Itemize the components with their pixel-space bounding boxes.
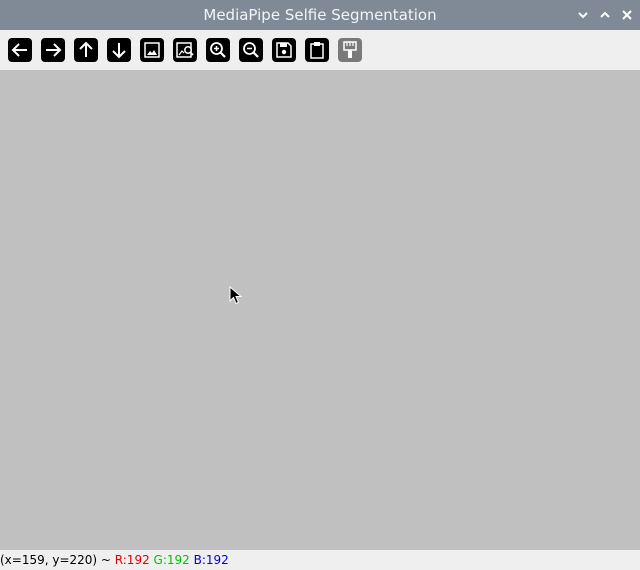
blue-value: B:192 — [193, 553, 229, 567]
save-button[interactable] — [272, 38, 296, 62]
green-value: G:192 — [153, 553, 190, 567]
zoom-fit-button[interactable] — [140, 38, 164, 62]
zoom-in-icon — [210, 42, 226, 58]
pan-down-button[interactable] — [107, 38, 131, 62]
properties-button[interactable] — [338, 38, 362, 62]
cursor-coordinates: (x=159, y=220) ~ — [0, 553, 115, 567]
save-icon — [276, 42, 292, 58]
arrow-right-icon — [46, 43, 62, 57]
chevron-down-icon — [578, 12, 588, 19]
zoom-out-icon — [243, 42, 259, 58]
pan-left-button[interactable] — [8, 38, 32, 62]
red-value: R:192 — [114, 553, 150, 567]
properties-icon — [343, 41, 357, 58]
mouse-pointer-icon — [229, 286, 243, 305]
close-icon — [622, 10, 632, 20]
zoom-original-button[interactable] — [173, 38, 197, 62]
image-icon — [144, 42, 160, 58]
zoom-out-button[interactable] — [239, 38, 263, 62]
toolbar — [0, 30, 640, 70]
pan-right-button[interactable] — [41, 38, 65, 62]
status-bar: (x=159, y=220) ~ R:192 G:192 B:192 — [0, 550, 640, 568]
zoom-in-button[interactable] — [206, 38, 230, 62]
window-title: MediaPipe Selfie Segmentation — [203, 6, 437, 24]
arrow-down-icon — [112, 43, 126, 59]
title-bar: MediaPipe Selfie Segmentation — [0, 0, 640, 30]
minimize-button[interactable] — [575, 7, 591, 23]
clipboard-icon — [310, 42, 324, 59]
image-canvas[interactable] — [0, 70, 640, 550]
copy-button[interactable] — [305, 38, 329, 62]
close-button[interactable] — [619, 7, 635, 23]
image-zoom-icon — [176, 42, 194, 58]
maximize-button[interactable] — [597, 7, 613, 23]
pan-up-button[interactable] — [74, 38, 98, 62]
arrow-up-icon — [79, 41, 93, 57]
arrow-left-icon — [11, 43, 27, 57]
chevron-up-icon — [600, 11, 610, 18]
